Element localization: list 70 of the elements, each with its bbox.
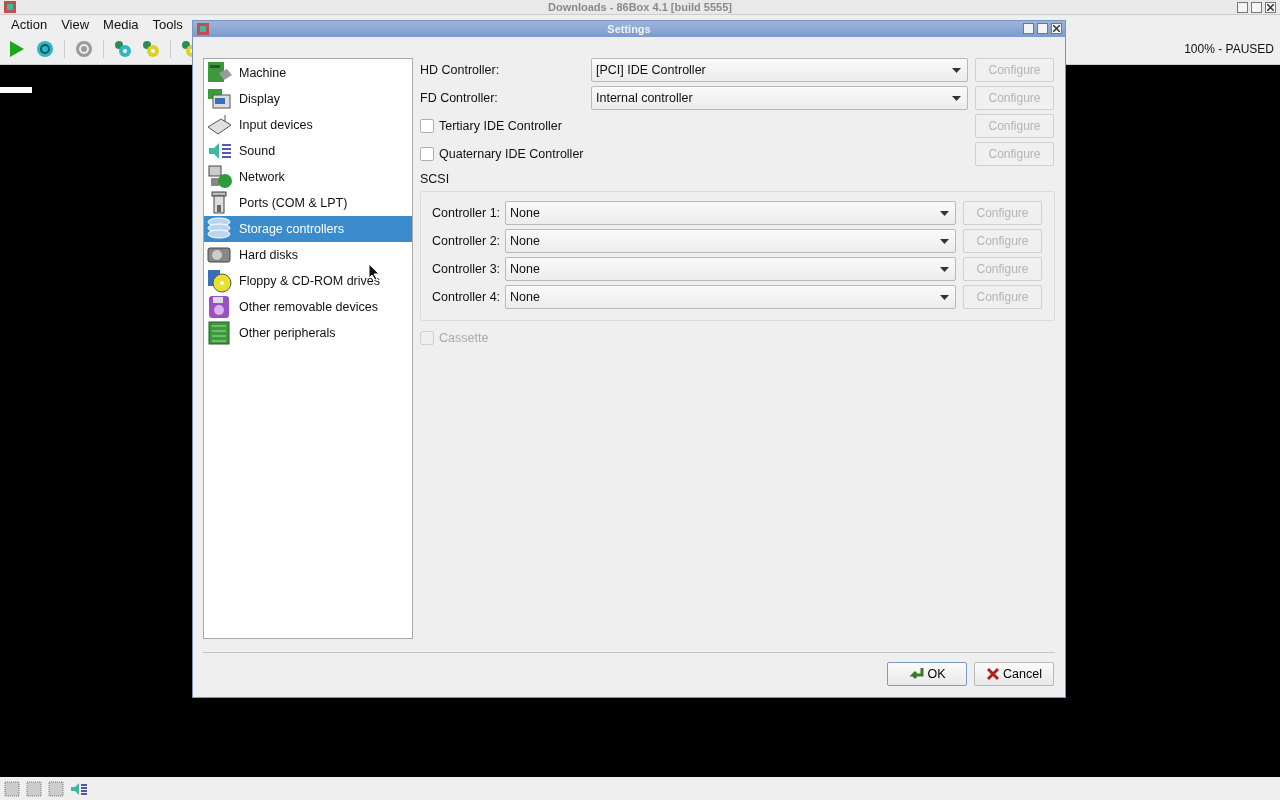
drive-icon[interactable] xyxy=(26,780,42,797)
drive-icon[interactable] xyxy=(48,780,64,797)
ok-button[interactable]: OK xyxy=(887,662,967,686)
drive-icon[interactable] xyxy=(4,780,20,797)
play-icon[interactable] xyxy=(9,39,25,58)
caret-icon xyxy=(940,294,949,300)
dropdown[interactable]: None xyxy=(505,257,956,281)
checkbox[interactable] xyxy=(420,147,434,161)
status-text: 100% - PAUSED xyxy=(1184,41,1274,56)
circuit-board-icon xyxy=(207,321,233,345)
category-item[interactable]: Display xyxy=(204,86,412,112)
field-label: FD Controller: xyxy=(420,91,499,105)
category-item[interactable]: Sound xyxy=(204,138,412,164)
caret-icon xyxy=(952,95,961,101)
category-item[interactable]: Network xyxy=(204,164,412,190)
field-label: Controller 3: xyxy=(432,262,498,276)
disk-stack-icon xyxy=(207,217,233,241)
cross-icon xyxy=(986,667,1001,681)
category-item[interactable]: Other peripherals xyxy=(204,320,412,346)
minimize-button[interactable] xyxy=(1023,23,1034,34)
menu-item[interactable]: Action xyxy=(4,16,55,32)
cog-icon[interactable] xyxy=(114,39,132,58)
reset-icon[interactable] xyxy=(36,39,54,58)
maximize-button[interactable] xyxy=(1037,23,1048,34)
dropdown[interactable]: Internal controller xyxy=(591,86,968,110)
close-button[interactable] xyxy=(1265,2,1276,13)
category-item[interactable]: Hard disks xyxy=(204,242,412,268)
checkbox-label: Tertiary IDE Controller xyxy=(439,119,562,133)
minimize-button[interactable] xyxy=(1237,2,1248,13)
menu-item[interactable]: Media xyxy=(96,16,146,32)
category-item[interactable]: Machine xyxy=(204,60,412,86)
dropdown[interactable]: None xyxy=(505,201,956,225)
power-icon[interactable] xyxy=(75,39,93,58)
caret-icon xyxy=(940,238,949,244)
category-item[interactable]: Storage controllers xyxy=(204,216,412,242)
app-logo-icon xyxy=(4,1,16,13)
dialog-title: Settings xyxy=(607,23,651,35)
menu-item[interactable]: Tools xyxy=(145,16,190,32)
checkbox-label: Cassette xyxy=(439,330,489,345)
category-item[interactable]: Other removable devices xyxy=(204,294,412,320)
menu-item[interactable]: View xyxy=(54,16,97,32)
check-arrow-icon xyxy=(908,667,925,681)
chip-icon xyxy=(207,61,233,85)
category-item[interactable]: Input devices xyxy=(204,112,412,138)
network-icon xyxy=(207,165,233,189)
cog-icon[interactable] xyxy=(142,39,160,58)
caret-icon xyxy=(940,210,949,216)
checkbox-label: Quaternary IDE Controller xyxy=(439,147,584,161)
keyboard-icon xyxy=(207,113,233,137)
disc-icon xyxy=(207,269,233,293)
monitor-icon xyxy=(207,87,233,111)
text-cursor xyxy=(0,87,32,93)
app-logo-icon xyxy=(197,23,209,35)
category-item[interactable]: Floppy & CD-ROM drives xyxy=(204,268,412,294)
field-label: Controller 4: xyxy=(432,290,498,304)
field-label: Controller 2: xyxy=(432,234,498,248)
category-item[interactable]: Ports (COM & LPT) xyxy=(204,190,412,216)
maximize-button[interactable] xyxy=(1251,2,1262,13)
dropdown[interactable]: None xyxy=(505,229,956,253)
cancel-button[interactable]: Cancel xyxy=(974,662,1054,686)
dropdown[interactable]: [PCI] IDE Controller xyxy=(591,58,968,82)
section-title: SCSI xyxy=(420,172,451,186)
field-label: Controller 1: xyxy=(432,206,498,220)
dropdown[interactable]: None xyxy=(505,285,956,309)
window-title: Downloads - 86Box 4.1 [build 5555] xyxy=(548,1,732,13)
checkbox[interactable] xyxy=(420,119,434,133)
caret-icon xyxy=(952,67,961,73)
field-label: HD Controller: xyxy=(420,63,501,77)
close-button[interactable] xyxy=(1051,23,1062,34)
caret-icon xyxy=(940,266,949,272)
